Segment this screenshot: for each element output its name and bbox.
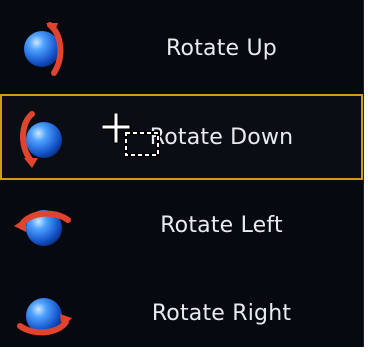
- menu-item-label: Rotate Down: [149, 124, 294, 150]
- rotate-up-icon: [10, 17, 74, 81]
- rotate-right-icon: [10, 282, 74, 346]
- rotate-menu: Rotate Up Rotate Down Rotate Left Rotate…: [0, 0, 364, 347]
- menu-item-rotate-right[interactable]: Rotate Right: [0, 270, 363, 356]
- menu-item-rotate-left[interactable]: Rotate Left: [0, 182, 363, 268]
- rotate-down-icon: [10, 106, 74, 170]
- menu-item-label: Rotate Up: [166, 35, 277, 61]
- menu-item-rotate-up[interactable]: Rotate Up: [0, 5, 363, 91]
- menu-item-label: Rotate Left: [160, 212, 283, 238]
- rotate-left-icon: [10, 194, 74, 258]
- menu-item-rotate-down[interactable]: Rotate Down: [0, 94, 363, 180]
- menu-item-label: Rotate Right: [151, 300, 292, 326]
